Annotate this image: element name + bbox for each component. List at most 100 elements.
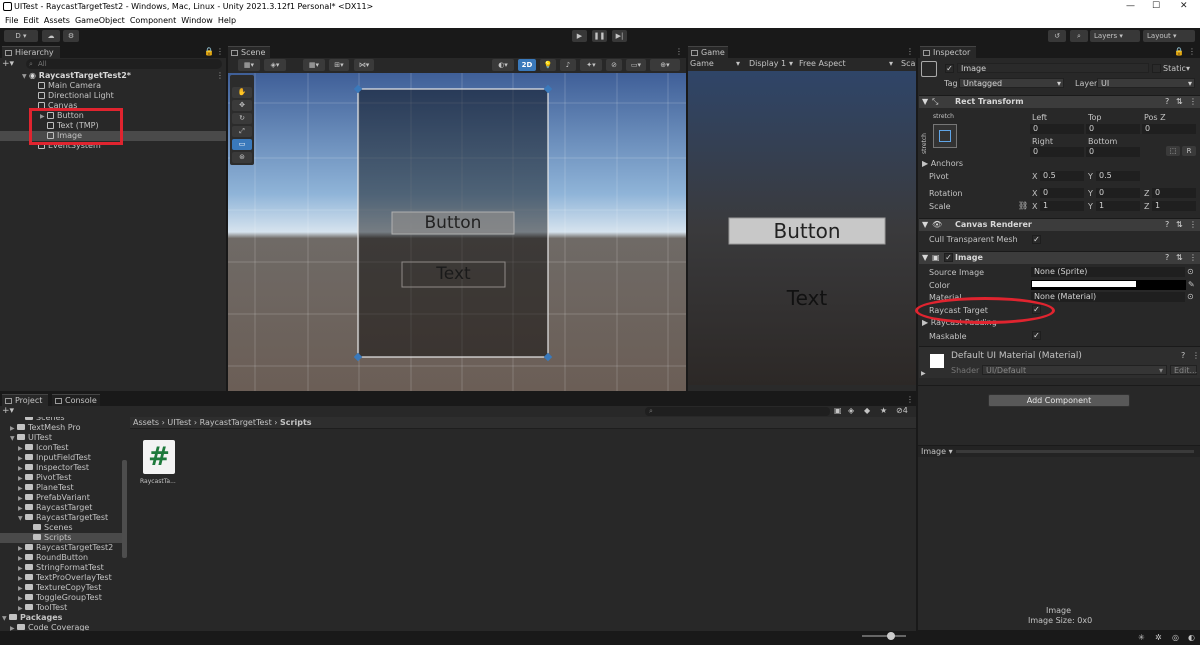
shader-dropdown[interactable]: UI/Default ▾ — [982, 365, 1167, 375]
panel-menu-icon[interactable]: ⋮ — [216, 47, 224, 56]
close-button[interactable]: ✕ — [1180, 1, 1188, 11]
static-dropdown-arrow[interactable]: ▾ — [1186, 64, 1190, 73]
hierarchy-search-input[interactable]: ⌕ All — [26, 59, 222, 69]
aspect-dropdown[interactable]: Free Aspect — [799, 58, 846, 70]
add-object-button[interactable]: +▾ — [2, 59, 22, 69]
component-menu-icon[interactable]: ⋮ — [1189, 219, 1197, 231]
panel-menu-icon[interactable]: ⋮ — [906, 47, 914, 56]
cloud-icon[interactable]: ☁ — [42, 30, 60, 42]
menu-file[interactable]: File — [5, 16, 18, 25]
right-field[interactable]: 0 — [1030, 147, 1084, 157]
source-image-field[interactable]: None (Sprite) — [1031, 267, 1185, 277]
project-folder-row[interactable]: ▶ PlaneTest — [18, 483, 74, 493]
hand-tool-icon[interactable]: ✋ — [232, 87, 252, 98]
panel-menu-icon[interactable]: ⋮ — [675, 47, 683, 56]
project-folder-row[interactable]: ▶ ToolTest — [18, 603, 67, 613]
gizmos-icon[interactable]: ⊕▾ — [650, 59, 680, 71]
toggle-2d-button[interactable]: 2D — [518, 59, 536, 71]
icon-size-slider[interactable] — [862, 635, 906, 637]
tab-inspector[interactable]: Inspector — [920, 46, 976, 58]
component-menu-icon[interactable]: ⋮ — [1189, 252, 1197, 264]
pivot-icon[interactable]: ◈▾ — [264, 59, 286, 71]
hierarchy-item-directional-light[interactable]: Directional Light — [38, 91, 114, 101]
expand-arrow[interactable]: ▼ — [2, 614, 9, 624]
account-dropdown[interactable]: D ▾ — [4, 30, 38, 42]
effects-icon[interactable]: ✦▾ — [580, 59, 602, 71]
anchors-row[interactable]: ▶ Anchors — [922, 159, 963, 168]
collapse-arrow[interactable]: ▶ — [921, 370, 926, 377]
search-icon[interactable]: ⌕ — [1070, 30, 1088, 42]
bug-icon[interactable]: ✳ — [1138, 633, 1145, 642]
menu-assets[interactable]: Assets — [44, 16, 70, 25]
breadcrumb-scripts[interactable]: Scripts — [280, 418, 312, 427]
shading-icon[interactable]: ◐▾ — [492, 59, 514, 71]
preview-dropdown[interactable]: Image ▾ — [921, 447, 953, 456]
filter-label-icon[interactable]: ◈ — [848, 406, 854, 415]
help-icon[interactable]: ? — [1181, 351, 1185, 360]
project-folder-row[interactable]: ▶ IconTest — [18, 443, 68, 453]
link-scale-icon[interactable]: ⛓ — [1018, 201, 1028, 210]
favorite-icon[interactable]: ★ — [880, 406, 887, 415]
color-swatch[interactable] — [1031, 280, 1186, 290]
scale-tool-icon[interactable]: ⤢ — [232, 126, 252, 137]
object-picker-icon[interactable]: ⊙ — [1187, 267, 1194, 276]
project-folder-row[interactable]: ▶ RoundButton — [18, 553, 88, 563]
project-folder-row[interactable]: ▶ TextureCopyTest — [18, 583, 101, 593]
tab-console[interactable]: Console — [52, 394, 100, 406]
rotation-x-field[interactable]: 0 — [1040, 188, 1084, 198]
object-picker-icon[interactable]: ⊙ — [1187, 292, 1194, 301]
anchor-presets-button[interactable] — [933, 124, 957, 148]
image-component-header[interactable]: ▼ ▣ ✓ Image ? ⇅ ⋮ — [919, 251, 1200, 264]
expand-arrow[interactable]: ▼ — [18, 514, 25, 524]
pivot-x-field[interactable]: 0.5 — [1040, 171, 1084, 181]
layout-dropdown[interactable]: Layout ▾ — [1143, 30, 1195, 42]
tag-dropdown[interactable]: Untagged ▾ — [959, 78, 1064, 88]
canvas-renderer-header[interactable]: ▼ 👁 Canvas Renderer ? ⇅ ⋮ — [919, 218, 1200, 231]
hierarchy-item-main-camera[interactable]: Main Camera — [38, 81, 101, 91]
tree-scrollbar[interactable] — [122, 460, 127, 558]
menu-gameobject[interactable]: GameObject — [75, 16, 125, 25]
save-search-icon[interactable]: ◆ — [864, 406, 870, 415]
move-tool-icon[interactable]: ✥ — [232, 100, 252, 111]
tab-project[interactable]: Project — [2, 394, 48, 406]
breadcrumb-raycasttargettest[interactable]: RaycastTargetTest — [200, 418, 272, 427]
packages-row[interactable]: ▼ Packages — [2, 613, 62, 623]
progress-icon[interactable]: ✲ — [1155, 633, 1162, 642]
minimize-button[interactable]: — — [1126, 1, 1135, 11]
game-scrollbar[interactable] — [688, 385, 916, 391]
menu-help[interactable]: Help — [218, 16, 236, 25]
static-checkbox[interactable] — [1152, 64, 1161, 73]
lighting-icon[interactable]: 💡 — [540, 59, 556, 71]
component-menu-icon[interactable]: ⋮ — [1189, 96, 1197, 108]
cache-icon[interactable]: ◐ — [1188, 633, 1195, 642]
draw-mode-icon[interactable]: ▦▾ — [238, 59, 260, 71]
left-field[interactable]: 0 — [1030, 124, 1084, 134]
panel-menu-icon[interactable]: ⋮ — [906, 395, 914, 404]
scene-root-row[interactable]: ▼ ◉ RaycastTargetTest2* — [22, 71, 131, 81]
menu-component[interactable]: Component — [130, 16, 176, 25]
transform-tool-icon[interactable]: ⊛ — [232, 152, 252, 163]
posz-field[interactable]: 0 — [1142, 124, 1196, 134]
create-asset-button[interactable]: +▾ — [2, 406, 22, 416]
presets-icon[interactable]: ⇅ — [1176, 219, 1183, 231]
raw-edit-button[interactable]: R — [1182, 146, 1196, 156]
tab-scene[interactable]: Scene — [228, 46, 270, 58]
rotation-z-field[interactable]: 0 — [1152, 188, 1196, 198]
filter-type-icon[interactable]: ▣ — [834, 406, 842, 415]
help-icon[interactable]: ? — [1165, 96, 1169, 108]
lock-icon[interactable]: 🔒 — [1174, 47, 1184, 56]
bottom-field[interactable]: 0 — [1086, 147, 1140, 157]
project-folder-tree[interactable]: Scenes ▶ TextMesh Pro ▼ UITest ▶ IconTest ▶ Inpu… — [0, 417, 130, 631]
presets-icon[interactable]: ⇅ — [1176, 96, 1183, 108]
project-folder-row[interactable]: ▶ TextMesh Pro — [10, 423, 80, 433]
expand-arrow[interactable]: ▶ — [10, 624, 17, 631]
pivot-y-field[interactable]: 0.5 — [1096, 171, 1140, 181]
code-coverage-row[interactable]: ▶ Code Coverage — [10, 623, 89, 631]
breadcrumb-uitest[interactable]: UITest — [167, 418, 191, 427]
presets-icon[interactable]: ⇅ — [1176, 252, 1183, 264]
lock-icon[interactable]: 🔒 — [204, 47, 214, 56]
menu-edit[interactable]: Edit — [23, 16, 39, 25]
image-enabled-checkbox[interactable]: ✓ — [944, 253, 953, 262]
maskable-checkbox[interactable]: ✓ — [1032, 331, 1041, 340]
asset-name-label[interactable]: RaycastTa... — [140, 478, 176, 485]
